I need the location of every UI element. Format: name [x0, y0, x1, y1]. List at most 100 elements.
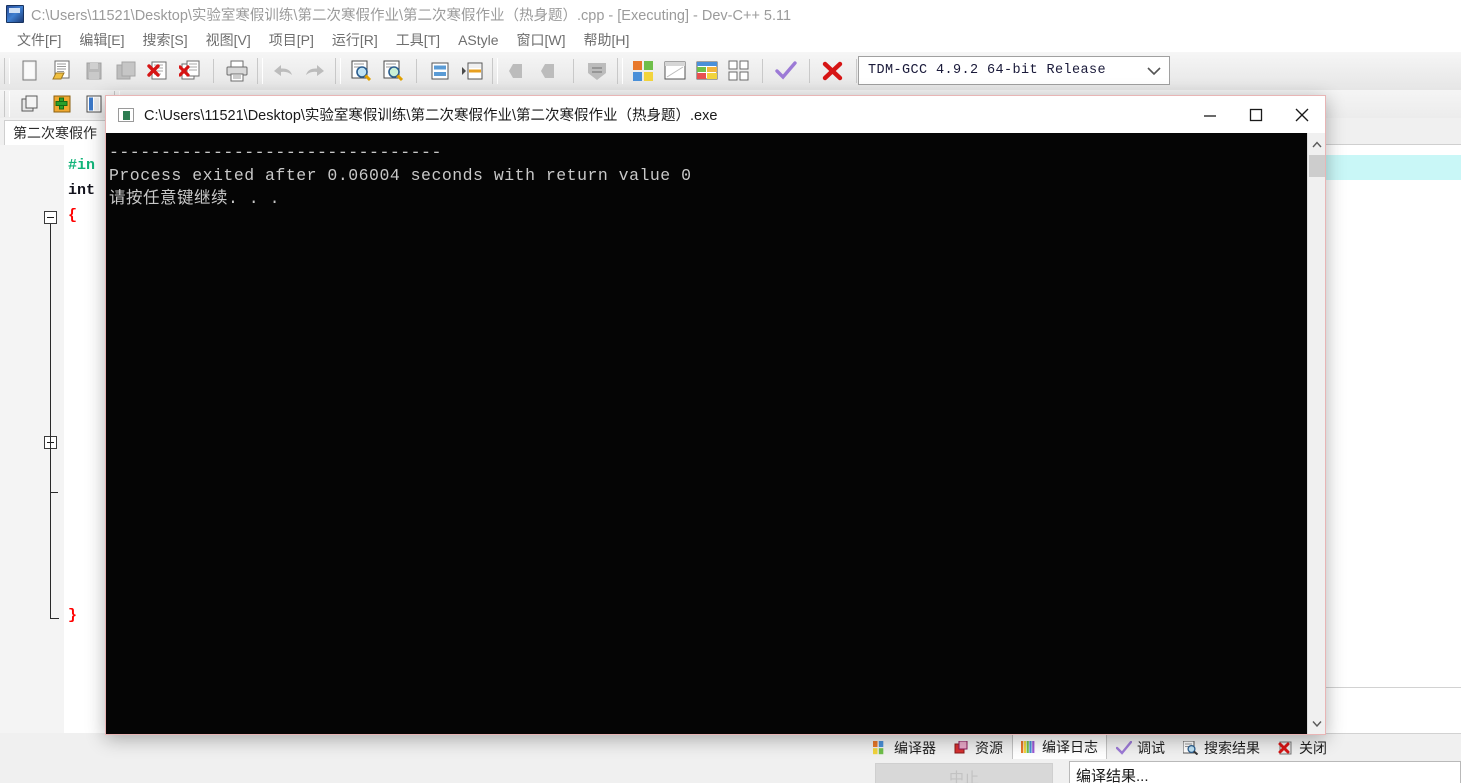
console-scrollbar[interactable] [1307, 133, 1325, 734]
current-line-highlight-right [1326, 155, 1461, 180]
code-line: int [68, 182, 96, 199]
menu-item-help[interactable]: 帮助[H] [575, 28, 639, 52]
tab-resource[interactable]: 资源 [945, 735, 1012, 759]
compile-log-icon [1021, 740, 1037, 754]
add-to-project-button[interactable] [49, 91, 75, 117]
toggle-bookmark-button[interactable] [584, 58, 610, 84]
toolbar-grip[interactable] [4, 58, 10, 84]
scroll-down-icon[interactable] [1308, 714, 1326, 732]
ide-title-text: C:\Users\11521\Desktop\实验室寒假训练\第二次寒假作业\第… [31, 7, 792, 24]
tab-close-panel-label: 关闭 [1299, 739, 1327, 756]
goto-line-button[interactable] [427, 58, 453, 84]
undo-button[interactable] [270, 58, 296, 84]
close-file-button[interactable] [145, 58, 171, 84]
project-toolbar-grip[interactable] [4, 91, 10, 117]
fold-toggle[interactable] [44, 211, 57, 224]
compile-button[interactable] [630, 58, 656, 84]
toolbar-separator [213, 59, 214, 83]
tab-debug[interactable]: 调试 [1107, 735, 1174, 759]
back-button[interactable] [505, 58, 531, 84]
tab-search-result-label: 搜索结果 [1204, 739, 1260, 756]
devcpp-icon [6, 5, 24, 23]
menu-item-edit[interactable]: 编辑[E] [70, 28, 133, 52]
chevron-down-icon [1139, 57, 1169, 84]
menu-item-window[interactable]: 窗口[W] [508, 28, 575, 52]
abort-button[interactable]: 中止 [875, 763, 1053, 783]
tab-debug-label: 调试 [1137, 739, 1165, 756]
console-icon [118, 107, 134, 122]
menu-item-astyle[interactable]: AStyle [449, 30, 507, 50]
menu-item-project[interactable]: 项目[P] [260, 28, 323, 52]
menu-item-run[interactable]: 运行[R] [323, 28, 387, 52]
scroll-up-icon[interactable] [1308, 135, 1326, 153]
tab-compile-log-label: 编译日志 [1042, 739, 1098, 755]
compile-run-button[interactable] [694, 58, 720, 84]
fold-end-tick [50, 618, 59, 619]
bottom-panel: 编译器 资源 编译日志 调试 搜索结果 关闭 中止 编译结果... [864, 733, 1461, 783]
console-scrollbar-thumb[interactable] [1309, 155, 1325, 177]
console-window[interactable]: C:\Users\11521\Desktop\实验室寒假训练\第二次寒假作业\第… [105, 95, 1326, 735]
menu-item-view[interactable]: 视图[V] [197, 28, 260, 52]
toolbar-grip-5[interactable] [617, 58, 623, 84]
tab-compile-log[interactable]: 编译日志 [1012, 734, 1107, 759]
compiler-select-value: TDM-GCC 4.9.2 64-bit Release [868, 63, 1107, 78]
close-all-button[interactable] [177, 58, 203, 84]
compiler-icon [873, 740, 889, 755]
menu-bar: 文件[F] 编辑[E] 搜索[S] 视图[V] 项目[P] 运行[R] 工具[T… [0, 28, 1461, 52]
code-line: #in [68, 157, 96, 174]
toolbar-separator-4 [762, 59, 763, 83]
menu-item-search[interactable]: 搜索[S] [133, 28, 196, 52]
run-button[interactable] [662, 58, 688, 84]
search-result-icon [1182, 740, 1199, 755]
code-line: { [68, 207, 78, 224]
print-button[interactable] [224, 58, 250, 84]
tab-close-panel[interactable]: 关闭 [1269, 735, 1336, 759]
forward-button[interactable] [537, 58, 563, 84]
toolbar-separator-2 [416, 59, 417, 83]
minimize-button[interactable] [1187, 97, 1233, 133]
console-title-bar[interactable]: C:\Users\11521\Desktop\实验室寒假训练\第二次寒假作业\第… [106, 96, 1325, 133]
toolbar-grip-2[interactable] [257, 58, 263, 84]
editor-tab-bar-right [1326, 118, 1461, 145]
maximize-button[interactable] [1233, 97, 1279, 133]
toolbar-grip-3[interactable] [335, 58, 341, 84]
toolbar-separator-5 [809, 59, 810, 83]
syntax-check-button[interactable] [773, 58, 799, 84]
toolbar-separator-3 [573, 59, 574, 83]
fold-guide-line [50, 224, 51, 618]
tab-compiler[interactable]: 编译器 [864, 735, 945, 759]
find-button[interactable] [348, 58, 374, 84]
open-file-button[interactable] [49, 58, 75, 84]
line-number-gutter [0, 145, 43, 733]
toolbar-grip-4[interactable] [492, 58, 498, 84]
menu-item-tools[interactable]: 工具[T] [387, 28, 449, 52]
stop-execution-button[interactable] [820, 58, 846, 84]
close-button[interactable] [1279, 97, 1325, 133]
project-options-button[interactable] [81, 91, 107, 117]
debug-check-icon [1115, 740, 1133, 755]
console-output-area[interactable]: -------------------------------- Process… [106, 133, 1325, 734]
close-red-icon [1278, 741, 1294, 755]
ide-title-bar: C:\Users\11521\Desktop\实验室寒假训练\第二次寒假作业\第… [0, 0, 1461, 28]
console-output-text: -------------------------------- Process… [109, 143, 692, 208]
menu-item-file[interactable]: 文件[F] [8, 28, 70, 52]
fold-tick [50, 492, 58, 493]
redo-button[interactable] [302, 58, 328, 84]
main-toolbar [0, 52, 1461, 91]
rebuild-all-button[interactable] [726, 58, 752, 84]
goto-function-button[interactable] [459, 58, 485, 84]
tab-search-result[interactable]: 搜索结果 [1174, 735, 1269, 759]
code-line: } [68, 607, 78, 624]
replace-button[interactable] [380, 58, 406, 84]
compile-result-text: 编译结果... [1069, 761, 1461, 783]
editor-right-area [1326, 145, 1461, 687]
new-file-button[interactable] [17, 58, 43, 84]
dev-cpp-window: C:\Users\11521\Desktop\实验室寒假训练\第二次寒假作业\第… [0, 0, 1461, 783]
compiler-select[interactable]: TDM-GCC 4.9.2 64-bit Release [858, 56, 1170, 85]
resource-icon [954, 740, 970, 755]
save-all-button[interactable] [113, 58, 139, 84]
save-file-button[interactable] [81, 58, 107, 84]
bottom-panel-body: 中止 编译结果... [864, 759, 1461, 783]
new-project-button[interactable] [17, 91, 43, 117]
console-title-text: C:\Users\11521\Desktop\实验室寒假训练\第二次寒假作业\第… [144, 108, 718, 124]
